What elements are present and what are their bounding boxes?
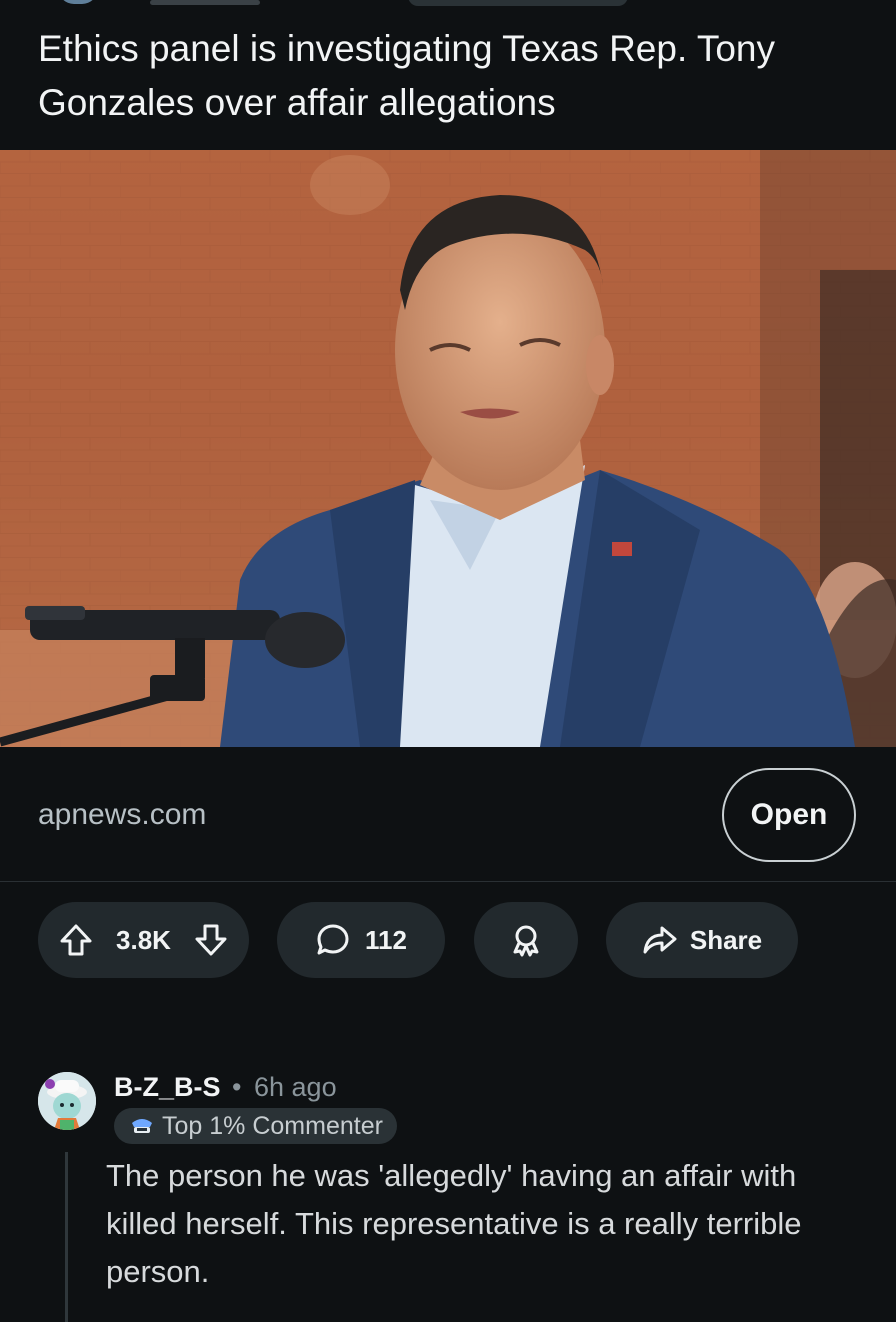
share-button[interactable]: Share xyxy=(606,902,798,978)
upvote-icon[interactable] xyxy=(58,922,94,958)
vote-control: 3.8K xyxy=(38,902,249,978)
link-domain[interactable]: apnews.com xyxy=(38,798,206,832)
comments-button[interactable]: 112 xyxy=(277,902,445,978)
avatar[interactable] xyxy=(38,1072,96,1130)
post-thumbnail-image[interactable] xyxy=(0,150,896,747)
award-button[interactable] xyxy=(474,902,578,978)
post-title[interactable]: Ethics panel is investigating Texas Rep.… xyxy=(38,22,858,130)
award-icon xyxy=(508,922,544,958)
badge-label: Top 1% Commenter xyxy=(162,1111,383,1140)
comment-timestamp: 6h ago xyxy=(254,1072,337,1102)
join-pill-cropped xyxy=(408,0,628,6)
badge-icon xyxy=(130,1115,154,1137)
commenter-badge: Top 1% Commenter xyxy=(114,1108,397,1144)
community-avatar-cropped xyxy=(58,0,98,4)
downvote-icon[interactable] xyxy=(193,922,229,958)
community-meta-cropped xyxy=(150,0,260,5)
share-label: Share xyxy=(689,924,763,955)
upvote-count: 3.8K xyxy=(116,924,171,955)
comment-author[interactable]: B-Z_B-S xyxy=(114,1072,221,1103)
open-link-button[interactable]: Open xyxy=(722,768,856,862)
share-icon xyxy=(642,922,678,958)
comment-icon xyxy=(315,922,351,958)
meta-separator: • xyxy=(232,1072,242,1102)
photo-illustration xyxy=(0,150,896,747)
thread-line[interactable] xyxy=(65,1152,68,1322)
comment-body: The person he was 'allegedly' having an … xyxy=(106,1158,802,1289)
comment-count: 112 xyxy=(365,924,407,955)
previous-post-header-cropped xyxy=(0,0,896,10)
